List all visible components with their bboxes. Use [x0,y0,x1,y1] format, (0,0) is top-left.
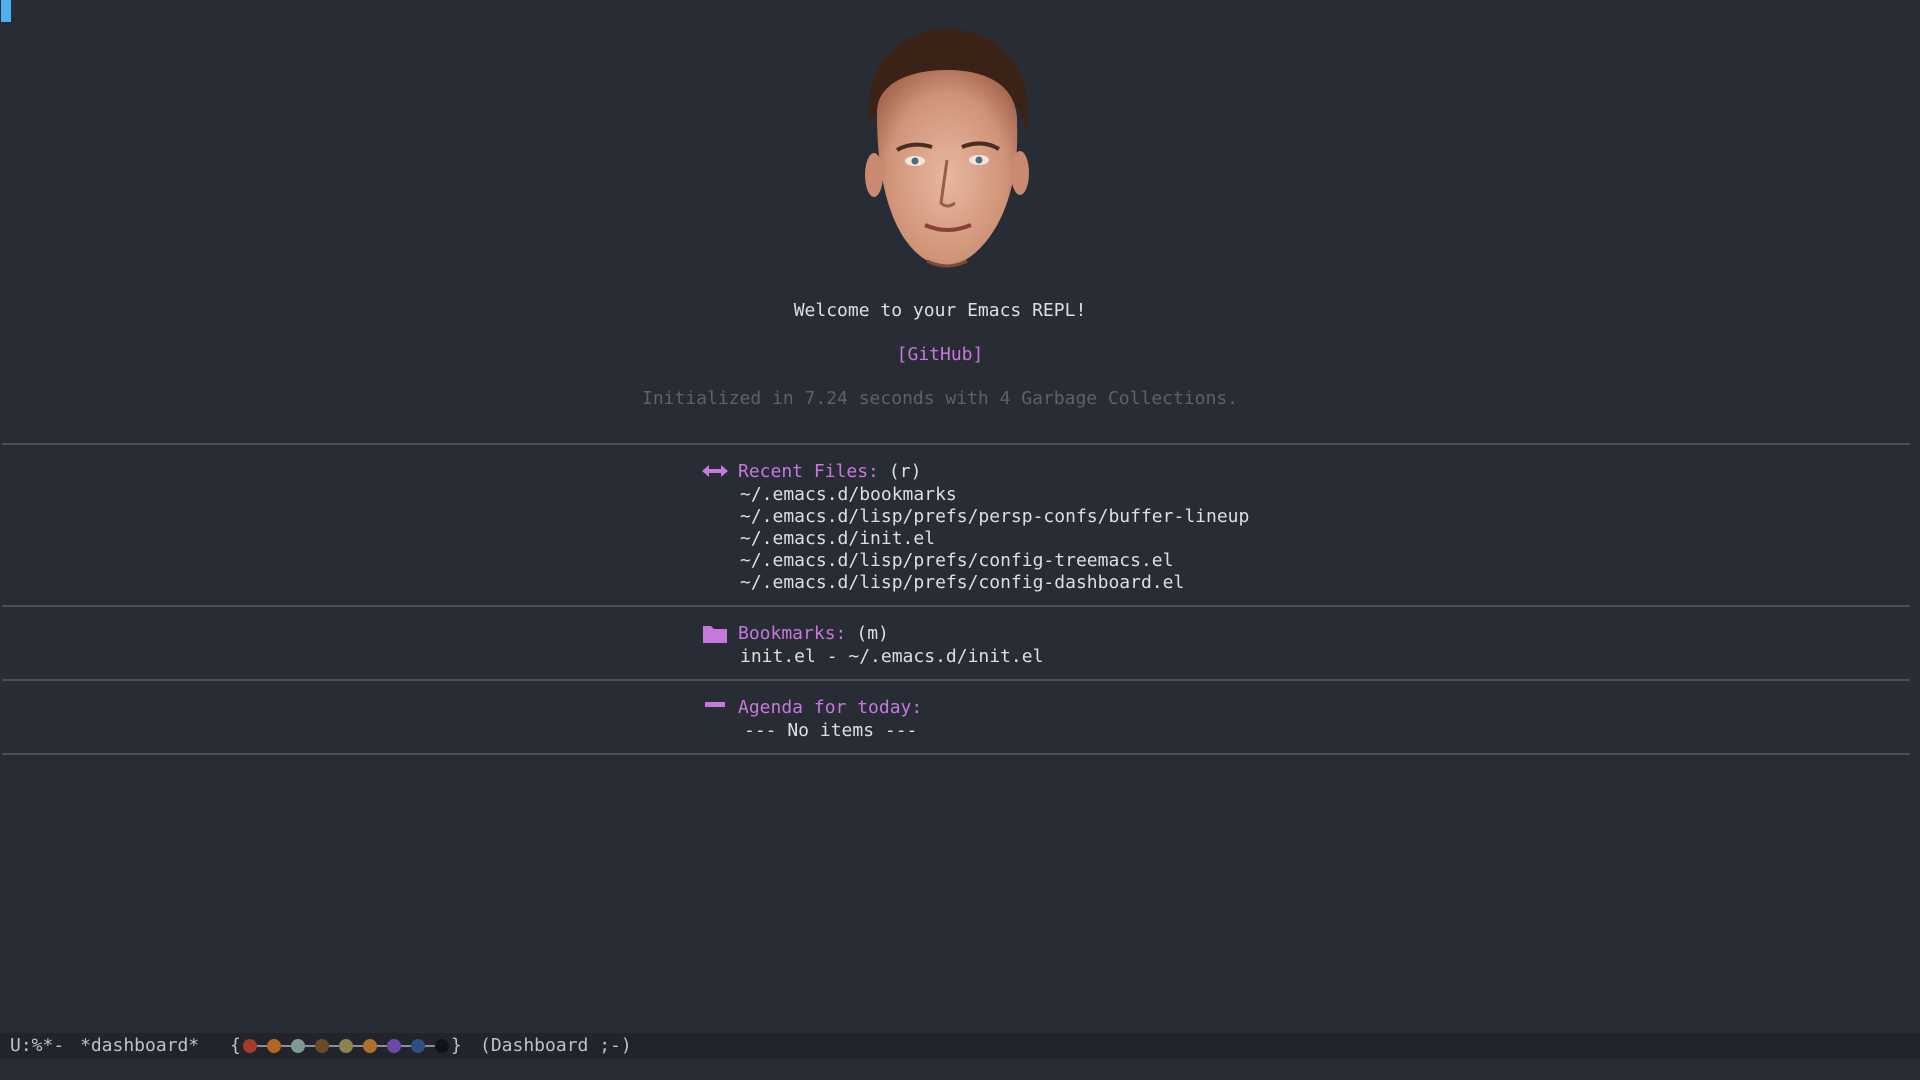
divider [2,679,1910,681]
planet-connector [424,1045,435,1047]
init-message: Initialized in 7.24 seconds with 4 Garba… [641,388,1239,409]
welcome-message: Welcome to your Emacs REPL! [793,300,1087,321]
recent-file-item[interactable]: ~/.emacs.d/lisp/prefs/persp-confs/buffer… [740,506,1249,528]
planet-connector [328,1045,339,1047]
arrows-horizontal-icon [700,461,732,483]
divider [2,443,1910,445]
buffer-status: U:%*- [10,1035,65,1056]
planet-dot-icon [434,1039,449,1053]
text-cursor [1,0,11,22]
planet-dot-icon [362,1039,377,1053]
agenda-empty-text: --- No items --- [744,720,918,741]
agenda-section: Agenda for today: --- No items --- [700,696,922,742]
planet-connector [280,1045,291,1047]
recent-file-item[interactable]: ~/.emacs.d/init.el [740,528,1249,550]
emacs-frame: Welcome to your Emacs REPL! [GitHub] Ini… [0,0,1920,1080]
planet-dot-icon [314,1039,329,1053]
planet-dot-icon [290,1039,305,1053]
recent-files-title: Recent Files: [738,461,879,482]
github-link[interactable]: [GitHub] [0,344,1880,365]
buffer-name[interactable]: *dashboard* [80,1033,199,1059]
minibuffer[interactable] [0,1059,1920,1080]
planet-connector [256,1045,267,1047]
folder-icon [700,623,732,645]
recent-files-shortcut: (r) [888,461,922,482]
mode-line[interactable]: U:%*- *dashboard* { } (Dashboard ;-) [0,1033,1920,1059]
recent-files-section: Recent Files: (r) ~/.emacs.d/bookmarks ~… [700,460,1249,594]
bookmark-item[interactable]: init.el - ~/.emacs.d/init.el [740,646,1043,668]
agenda-title: Agenda for today: [738,697,923,718]
brace-close: } [450,1035,462,1056]
planet-dot-icon [386,1039,401,1053]
major-mode[interactable]: (Dashboard ;-) [480,1033,632,1059]
divider [2,605,1910,607]
bookmarks-title: Bookmarks: [738,623,847,644]
planet-dot-icon [242,1039,257,1053]
bookmarks-shortcut: (m) [856,623,889,644]
recent-file-item[interactable]: ~/.emacs.d/bookmarks [740,484,1249,506]
recent-file-item[interactable]: ~/.emacs.d/lisp/prefs/config-treemacs.el [740,550,1249,572]
planet-connector [352,1045,363,1047]
planet-dot-icon [338,1039,353,1053]
planet-connector [400,1045,411,1047]
planet-dot-icon [410,1039,425,1053]
brace-open: { [230,1035,241,1056]
minus-icon [700,697,732,719]
recent-file-item[interactable]: ~/.emacs.d/lisp/prefs/config-dashboard.e… [740,572,1249,594]
bookmarks-section: Bookmarks: (m) init.el - ~/.emacs.d/init… [700,622,1043,668]
planet-connector [376,1045,387,1047]
divider [2,753,1910,755]
banner-image [865,28,1029,268]
planet-connector [304,1045,315,1047]
planet-indicator: { } [230,1033,462,1059]
planet-dot-icon [266,1039,281,1053]
